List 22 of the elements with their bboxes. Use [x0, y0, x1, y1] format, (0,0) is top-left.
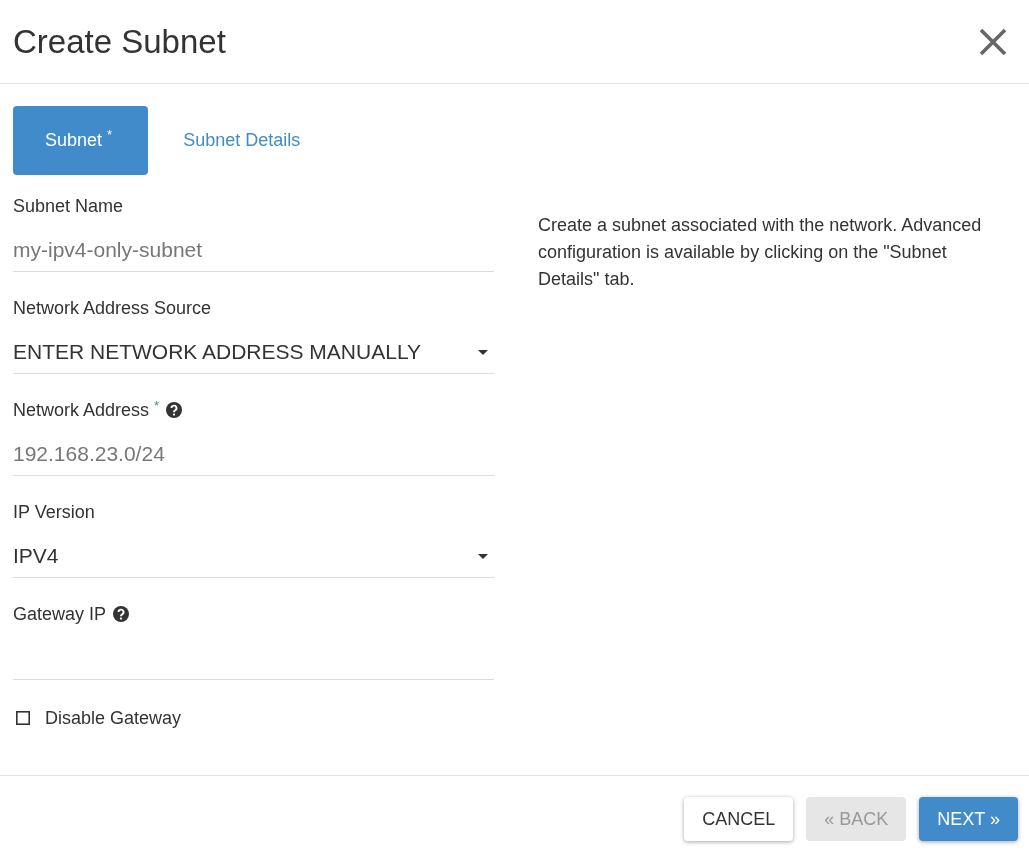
help-icon[interactable]: [113, 606, 130, 622]
next-button[interactable]: NEXT »: [919, 797, 1018, 841]
field-label: Network Address Source: [13, 297, 212, 319]
dialog-title: Create Subnet: [13, 21, 226, 62]
checkbox-label: Disable Gateway: [45, 707, 182, 729]
dropdown[interactable]: ENTER NETWORK ADDRESS MANUALLY: [13, 319, 494, 374]
checkbox[interactable]: [16, 711, 30, 725]
description-text: Create a subnet associated with the network. Advanced configuration is available by clicking on the "Subnet Details" tab.: [538, 214, 983, 291]
help-icon[interactable]: [166, 402, 183, 418]
tab[interactable]: Subnet Details: [148, 106, 336, 175]
field-label: Network Address $^{*}$: [13, 399, 160, 421]
tab[interactable]: Subnet $^{*}$: [13, 106, 149, 175]
cancel-button[interactable]: CANCEL: [684, 797, 794, 841]
close-icon[interactable]: [979, 27, 1007, 56]
dropdown[interactable]: IPV4: [13, 523, 494, 578]
text-field[interactable]: my-ipv4-only-subnet: [13, 217, 494, 272]
caret-icon: [478, 349, 488, 355]
field-label: Gateway IP: [13, 603, 107, 625]
field-label: IP Version: [13, 501, 95, 523]
field-label: Subnet Name: [13, 195, 124, 217]
caret-icon: [478, 553, 488, 559]
text-field[interactable]: 192.168.23.0/24: [13, 421, 494, 476]
